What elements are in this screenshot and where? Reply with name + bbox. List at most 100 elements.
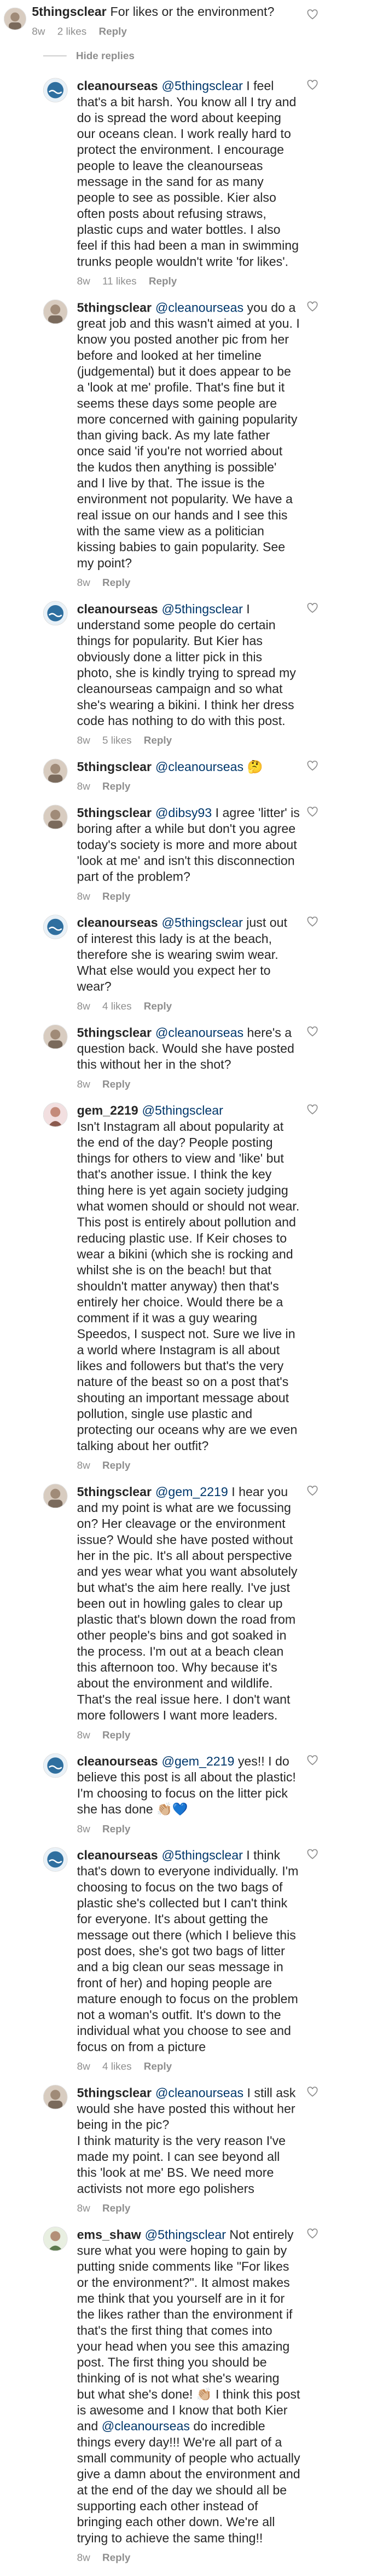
timestamp[interactable]: 8w: [77, 780, 90, 792]
comment-text: I think that's down to everyone individu…: [77, 1848, 299, 2054]
username[interactable]: ems_shaw: [77, 2228, 141, 2242]
like-count[interactable]: 4 likes: [102, 2061, 131, 2072]
username[interactable]: 5thingsclear: [77, 760, 152, 774]
heart-icon[interactable]: [307, 1755, 318, 1766]
comment-meta: 8w Reply: [77, 1459, 300, 1471]
mention-link[interactable]: @cleanourseas: [155, 1026, 243, 1040]
reply-button[interactable]: Reply: [98, 25, 126, 37]
mention-link[interactable]: @5thingsclear: [161, 1848, 242, 1862]
comment-body: gem_2219 @5thingsclear Isn't Instagram al…: [77, 1102, 300, 1471]
reply-button[interactable]: Reply: [144, 734, 172, 746]
username[interactable]: 5thingsclear: [32, 5, 106, 19]
reply-button[interactable]: Reply: [102, 1823, 130, 1835]
heart-icon[interactable]: [307, 916, 318, 927]
like-count[interactable]: 2 likes: [57, 25, 86, 37]
comment-meta: 8w Reply: [77, 2551, 300, 2563]
mention-link[interactable]: @cleanourseas: [102, 2419, 190, 2434]
reply-button[interactable]: Reply: [102, 1729, 130, 1740]
avatar[interactable]: [43, 1102, 68, 1127]
avatar[interactable]: [43, 1484, 68, 1509]
mention-link[interactable]: @cleanourseas: [155, 2086, 243, 2100]
like-count[interactable]: 11 likes: [102, 275, 137, 286]
timestamp[interactable]: 8w: [77, 577, 90, 588]
heart-icon[interactable]: [307, 1026, 318, 1037]
avatar[interactable]: [43, 1024, 68, 1049]
username[interactable]: gem_2219: [77, 1103, 138, 1118]
timestamp[interactable]: 8w: [77, 1000, 90, 1011]
timestamp[interactable]: 8w: [77, 890, 90, 902]
avatar[interactable]: [43, 2085, 68, 2109]
timestamp[interactable]: 8w: [77, 1459, 90, 1471]
heart-icon[interactable]: [307, 79, 318, 90]
timestamp[interactable]: 8w: [32, 25, 45, 37]
reply-button[interactable]: Reply: [102, 780, 130, 792]
mention-link[interactable]: @5thingsclear: [161, 916, 242, 930]
username[interactable]: 5thingsclear: [77, 301, 152, 315]
username[interactable]: 5thingsclear: [77, 1485, 152, 1499]
username[interactable]: cleanourseas: [77, 1754, 158, 1768]
avatar[interactable]: [3, 7, 27, 30]
timestamp[interactable]: 8w: [77, 2202, 90, 2213]
heart-icon[interactable]: [307, 301, 318, 312]
timestamp[interactable]: 8w: [77, 275, 90, 286]
comment-meta: 8w Reply: [77, 780, 300, 792]
comment-text: For likes or the environment?: [110, 4, 275, 19]
reply-button[interactable]: Reply: [102, 890, 130, 902]
avatar[interactable]: [43, 78, 68, 102]
reply-button[interactable]: Reply: [144, 1000, 172, 1011]
like-count[interactable]: 4 likes: [102, 1000, 131, 1011]
comment-body: 5thingsclear @cleanourseas here's a quest…: [77, 1025, 300, 1090]
mention-link[interactable]: @gem_2219: [155, 1485, 228, 1499]
username[interactable]: cleanourseas: [77, 602, 158, 616]
reply-button[interactable]: Reply: [144, 2061, 172, 2072]
mention-link[interactable]: @gem_2219: [161, 1754, 234, 1768]
reply-button[interactable]: Reply: [149, 275, 177, 286]
timestamp[interactable]: 8w: [77, 1729, 90, 1740]
like-count[interactable]: 5 likes: [102, 734, 131, 746]
reply-button[interactable]: Reply: [102, 1459, 130, 1471]
heart-icon[interactable]: [307, 602, 318, 613]
avatar[interactable]: [43, 300, 68, 324]
heart-icon[interactable]: [307, 1849, 318, 1860]
mention-link[interactable]: @5thingsclear: [161, 79, 242, 93]
reply-button[interactable]: Reply: [102, 1078, 130, 1090]
reply-button[interactable]: Reply: [102, 2551, 130, 2563]
timestamp[interactable]: 8w: [77, 2551, 90, 2563]
timestamp[interactable]: 8w: [77, 1823, 90, 1835]
mention-link[interactable]: @5thingsclear: [161, 602, 242, 616]
reply-button[interactable]: Reply: [102, 2202, 130, 2213]
heart-icon[interactable]: [307, 1485, 318, 1496]
mention-link[interactable]: @5thingsclear: [145, 2228, 226, 2242]
heart-icon[interactable]: [307, 2086, 318, 2097]
avatar[interactable]: [43, 758, 68, 784]
avatar[interactable]: [43, 1753, 68, 1778]
avatar[interactable]: [43, 2227, 68, 2251]
heart-icon[interactable]: [307, 9, 318, 20]
username[interactable]: 5thingsclear: [77, 1026, 152, 1040]
username[interactable]: cleanourseas: [77, 79, 158, 93]
hide-replies-button[interactable]: Hide replies: [43, 50, 135, 62]
mention-link[interactable]: @cleanourseas: [155, 760, 243, 774]
timestamp[interactable]: 8w: [77, 1078, 90, 1090]
mention-link[interactable]: @5thingsclear: [142, 1103, 223, 1118]
heart-icon[interactable]: [307, 1104, 318, 1115]
username[interactable]: cleanourseas: [77, 916, 158, 930]
mention-link[interactable]: @dibsy93: [155, 806, 212, 820]
heart-icon[interactable]: [307, 2228, 318, 2239]
comment-body: cleanourseas @5thingsclear I understand s…: [77, 601, 300, 747]
avatar[interactable]: [43, 1847, 68, 1872]
heart-icon[interactable]: [307, 807, 318, 817]
timestamp[interactable]: 8w: [77, 734, 90, 746]
avatar[interactable]: [43, 915, 68, 939]
username[interactable]: cleanourseas: [77, 1848, 158, 1862]
comment-text: you do a great job and this wasn't aimed…: [77, 300, 300, 570]
avatar[interactable]: [43, 804, 68, 830]
username[interactable]: 5thingsclear: [77, 2086, 152, 2100]
timestamp[interactable]: 8w: [77, 2061, 90, 2072]
username[interactable]: 5thingsclear: [77, 806, 152, 820]
mention-link[interactable]: @cleanourseas: [155, 301, 243, 315]
heart-icon[interactable]: [307, 761, 318, 771]
avatar[interactable]: [43, 601, 68, 626]
comment-body: 5thingsclear @dibsy93 I agree 'litter' is…: [77, 805, 300, 902]
reply-button[interactable]: Reply: [102, 577, 130, 588]
